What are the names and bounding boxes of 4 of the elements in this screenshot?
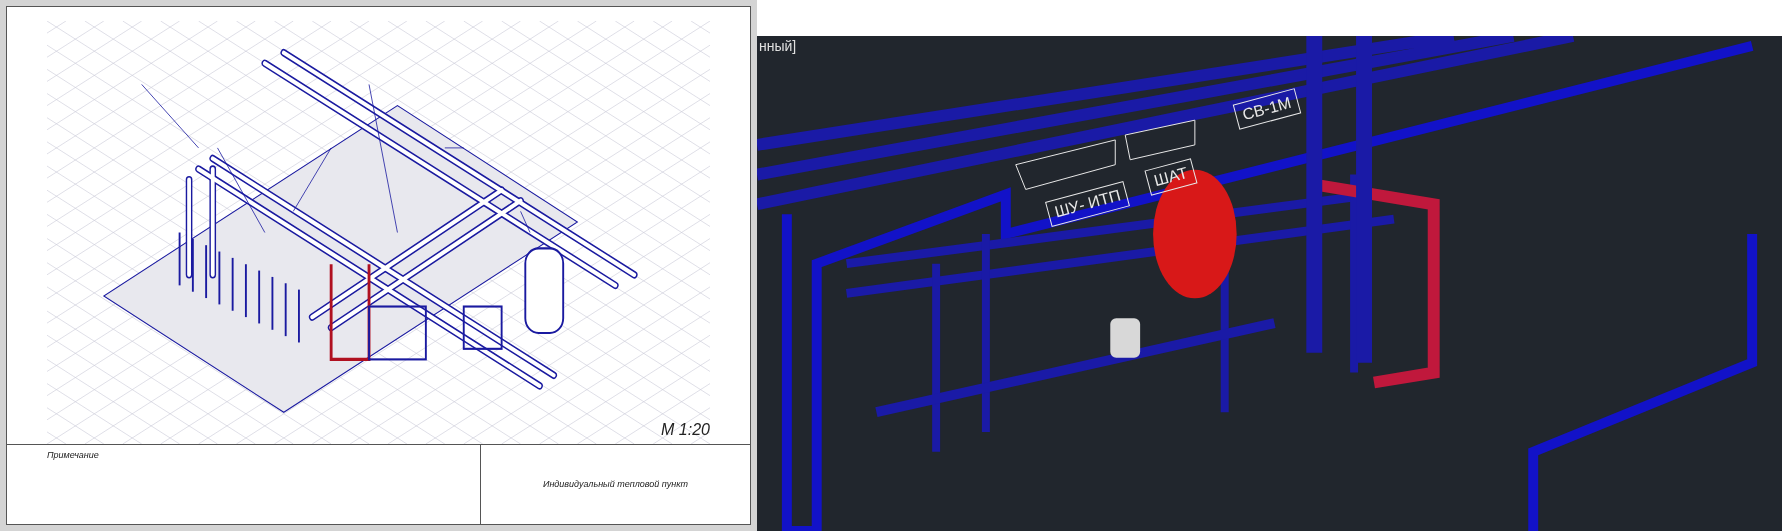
scale-label: М 1:20 (661, 420, 710, 440)
notes-heading: Примечание (47, 449, 100, 462)
drawing-title: Индивидуальный тепловой пункт (542, 477, 688, 491)
view-label: нный] (759, 37, 797, 56)
